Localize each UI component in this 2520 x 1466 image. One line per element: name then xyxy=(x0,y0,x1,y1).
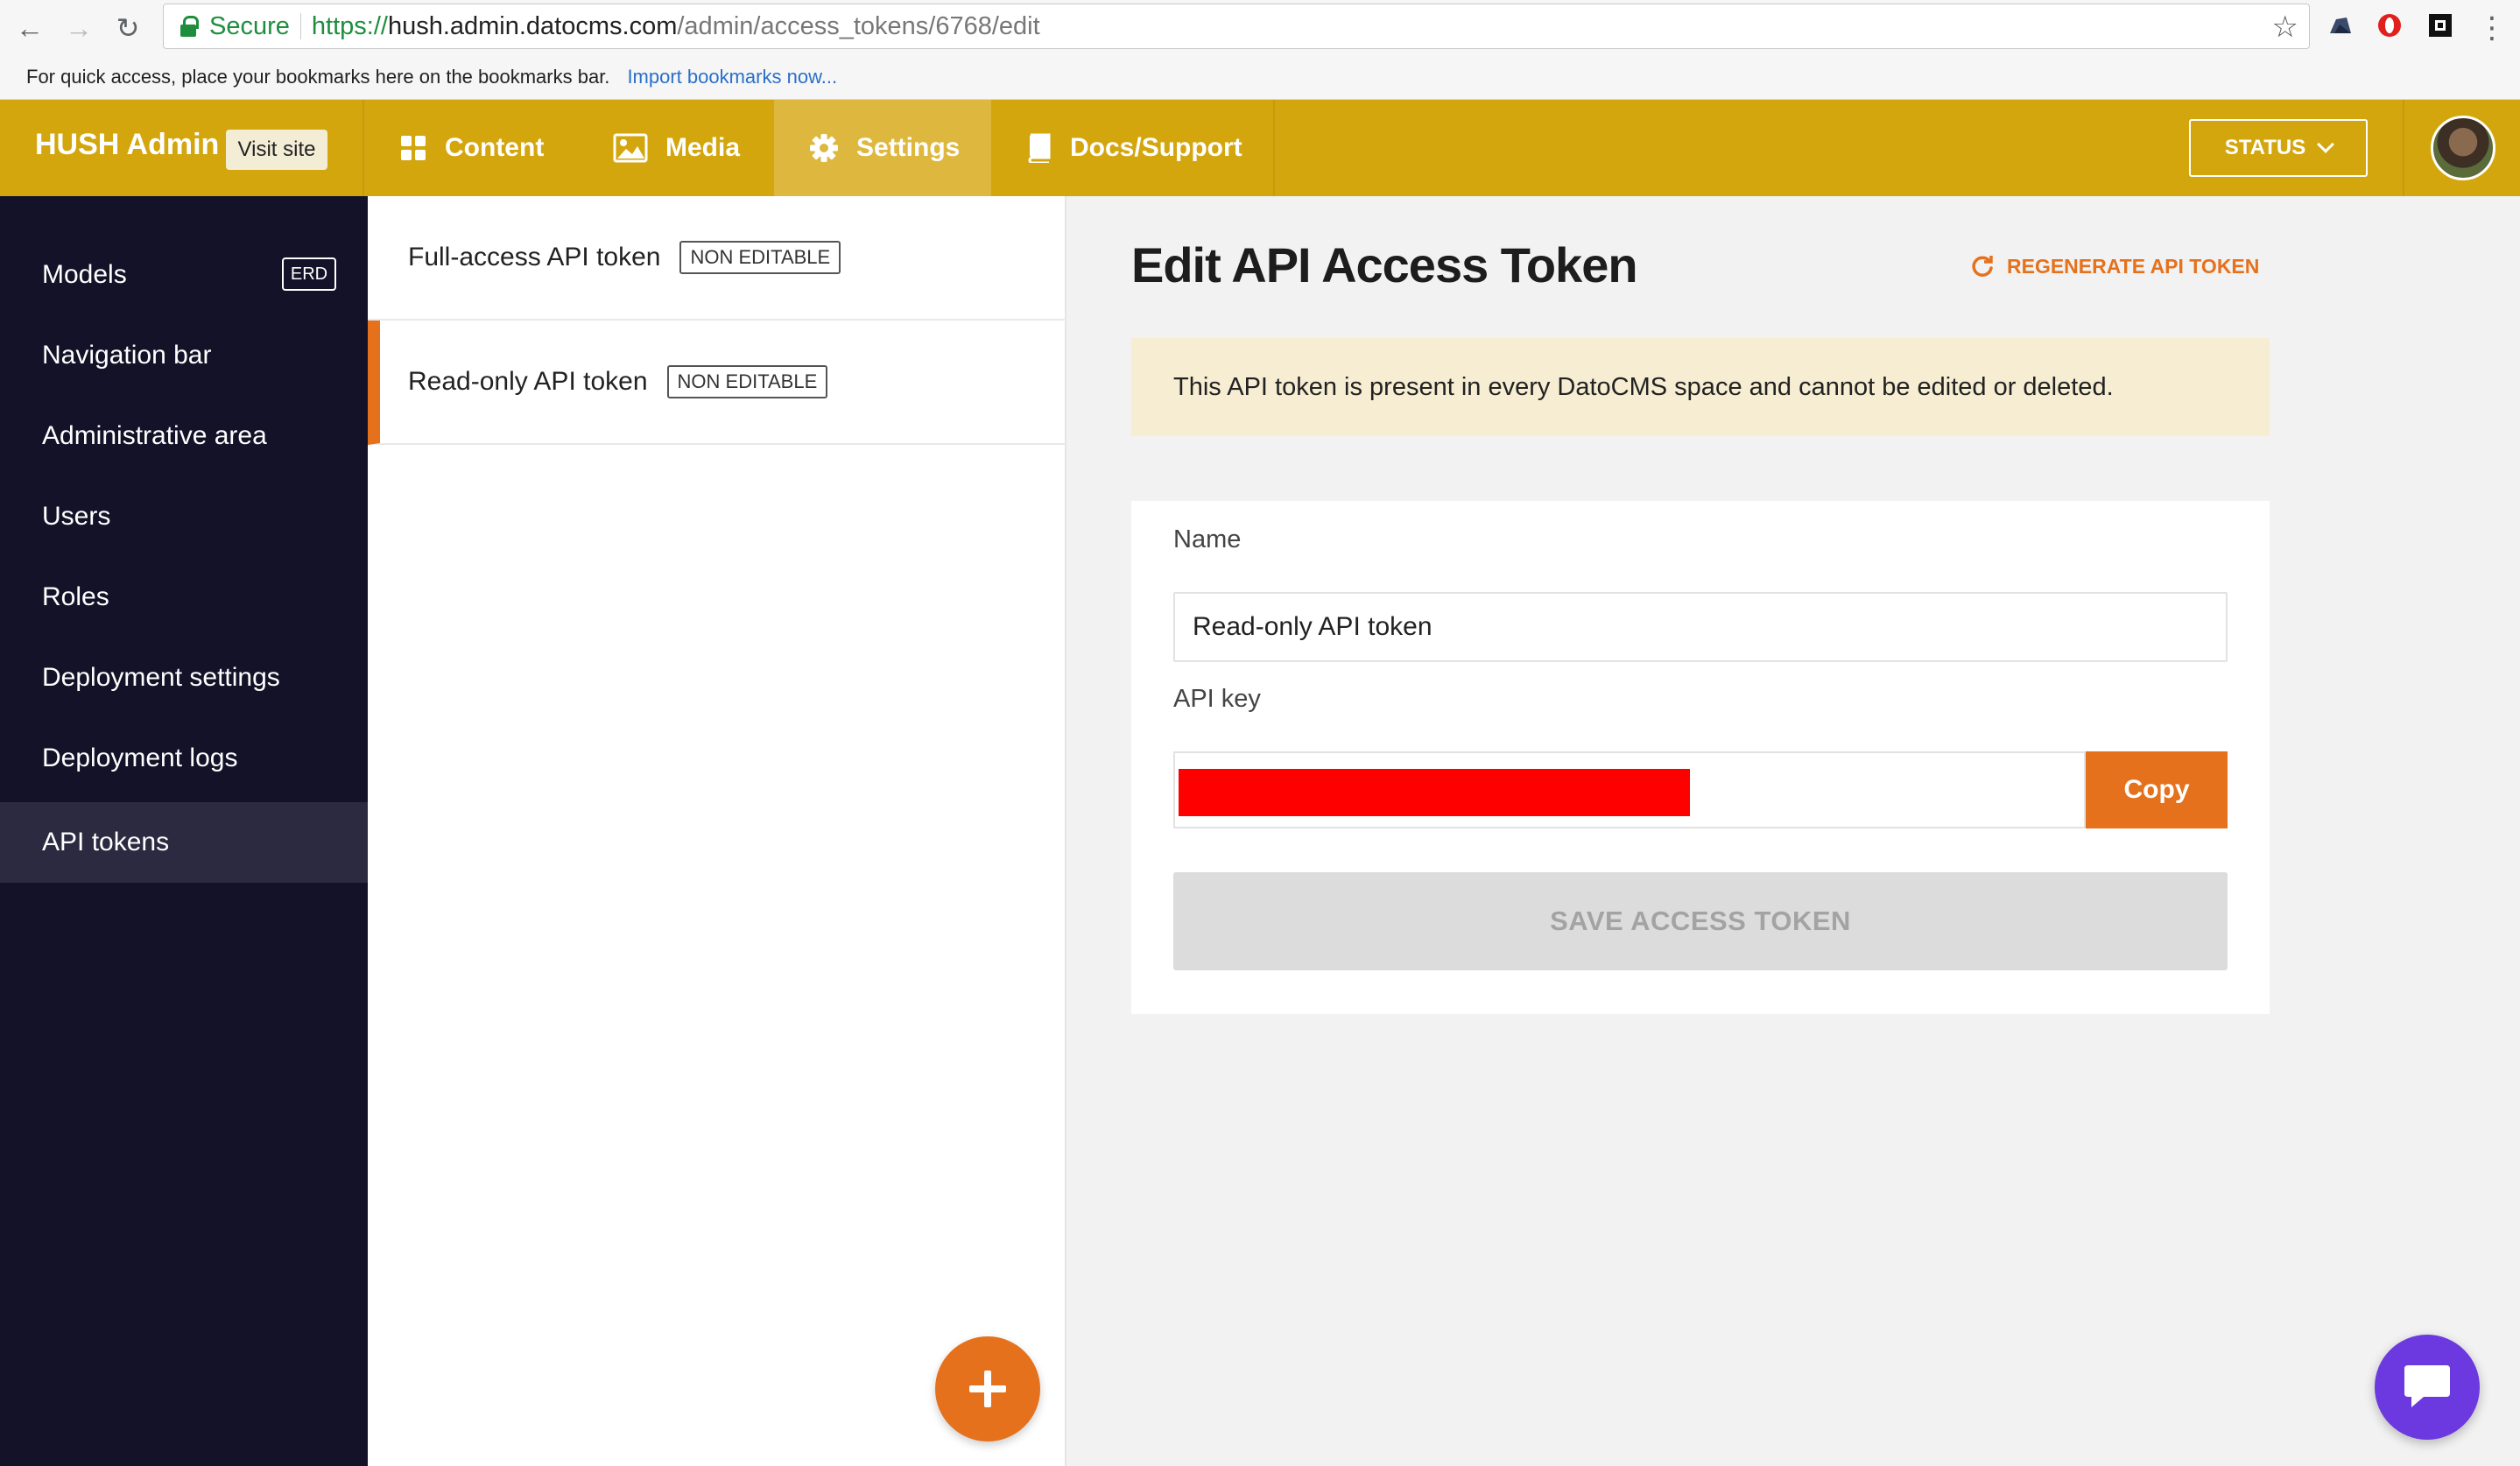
copy-button[interactable]: Copy xyxy=(2086,751,2228,828)
extension-cloud-icon[interactable] xyxy=(2327,12,2354,39)
save-access-token-button[interactable]: SAVE ACCESS TOKEN xyxy=(1173,872,2228,970)
sidebar-item-roles[interactable]: Roles xyxy=(0,557,368,638)
address-bar[interactable]: Secure https://hush.admin.datocms.com/ad… xyxy=(163,4,2310,49)
sidebar-item-models[interactable]: Models ERD xyxy=(0,235,368,315)
sidebar-item-label: Deployment logs xyxy=(42,744,238,772)
topbar-divider xyxy=(1273,100,1275,196)
back-arrow-icon[interactable]: ← xyxy=(12,11,47,46)
brand-title[interactable]: HUSH Admin xyxy=(35,128,219,162)
opera-extension-icon[interactable] xyxy=(2376,12,2403,39)
secure-label: Secure xyxy=(209,11,290,40)
notice-text: This API token is present in every DatoC… xyxy=(1173,372,2114,401)
reload-icon[interactable]: ↻ xyxy=(110,11,145,46)
page-title: Edit API Access Token xyxy=(1131,237,1638,292)
non-editable-badge: NON EDITABLE xyxy=(666,365,828,398)
sidebar-item-users[interactable]: Users xyxy=(0,476,368,557)
sidebar-item-label: Users xyxy=(42,502,111,531)
non-editable-badge: NON EDITABLE xyxy=(679,241,841,274)
token-editor: Edit API Access Token REGENERATE API TOK… xyxy=(1068,196,2520,1466)
erd-badge[interactable]: ERD xyxy=(282,257,336,291)
settings-sidebar: Models ERD Navigation bar Administrative… xyxy=(0,196,368,1466)
topbar-divider xyxy=(2403,100,2404,196)
name-field[interactable]: Read-only API token xyxy=(1173,592,2228,662)
browser-chrome: ← → ↻ Secure https://hush.admin.datocms.… xyxy=(0,0,2520,100)
avatar[interactable] xyxy=(2431,116,2495,180)
sidebar-item-navigation-bar[interactable]: Navigation bar xyxy=(0,315,368,396)
token-list-panel: Full-access API token NON EDITABLE Read-… xyxy=(368,196,1066,1466)
url-scheme: https:// xyxy=(311,11,388,40)
tab-settings[interactable]: Settings xyxy=(774,100,991,196)
bookmarks-hint: For quick access, place your bookmarks h… xyxy=(26,66,610,88)
list-item-read-only-token[interactable]: Read-only API token NON EDITABLE xyxy=(368,321,1066,445)
sidebar-item-label: Roles xyxy=(42,582,109,611)
tab-media-label: Media xyxy=(665,133,741,162)
import-bookmarks-link[interactable]: Import bookmarks now... xyxy=(627,66,837,88)
sidebar-item-label: Administrative area xyxy=(42,421,267,450)
book-icon xyxy=(1028,133,1051,163)
sidebar-item-api-tokens[interactable]: API tokens xyxy=(0,802,368,883)
sidebar-item-label: Models xyxy=(42,260,127,289)
redacted-api-key xyxy=(1179,769,1690,816)
status-dropdown[interactable]: STATUS xyxy=(2189,119,2368,177)
tab-docs-label: Docs/Support xyxy=(1070,133,1242,162)
sidebar-item-administrative-area[interactable]: Administrative area xyxy=(0,396,368,476)
notice-banner: This API token is present in every DatoC… xyxy=(1131,338,2270,436)
url-separator xyxy=(299,13,301,39)
sidebar-item-label: Deployment settings xyxy=(42,663,280,692)
token-name: Full-access API token xyxy=(408,243,661,271)
sidebar-item-label: API tokens xyxy=(42,828,170,856)
tab-content-label: Content xyxy=(445,133,545,162)
forward-arrow-icon[interactable]: → xyxy=(61,11,96,46)
tab-media[interactable]: Media xyxy=(578,100,740,196)
tab-settings-label: Settings xyxy=(856,133,961,162)
api-key-field[interactable] xyxy=(1173,751,2086,828)
name-label: Name xyxy=(1173,525,1242,553)
dashboard-icon xyxy=(401,136,426,160)
browser-menu-icon[interactable]: ⋮ xyxy=(2474,11,2509,46)
image-icon xyxy=(613,133,648,163)
chat-bubble-icon xyxy=(2404,1365,2450,1407)
name-value: Read-only API token xyxy=(1193,612,1432,641)
app-topbar: HUSH Admin Visit site Content Media Sett… xyxy=(0,100,2520,196)
status-label: STATUS xyxy=(2224,136,2306,159)
url-path: /admin/access_tokens/6768/edit xyxy=(677,11,1040,40)
refresh-icon xyxy=(1972,256,1993,277)
chevron-down-icon xyxy=(2317,136,2335,153)
regenerate-token-button[interactable]: REGENERATE API TOKEN xyxy=(1970,254,2259,278)
chat-widget-button[interactable] xyxy=(2375,1335,2480,1440)
sidebar-item-deployment-logs[interactable]: Deployment logs xyxy=(0,718,368,799)
extension-square-icon[interactable] xyxy=(2427,12,2453,39)
bookmark-star-icon[interactable]: ☆ xyxy=(2272,10,2298,45)
bookmarks-bar: For quick access, place your bookmarks h… xyxy=(0,54,2520,100)
gear-icon xyxy=(810,134,838,162)
token-name: Read-only API token xyxy=(408,367,648,396)
token-form-card: Name Read-only API token API key Copy SA… xyxy=(1131,501,2270,1014)
tab-docs-support[interactable]: Docs/Support xyxy=(991,100,1273,196)
url-host: hush.admin.datocms.com xyxy=(387,11,678,40)
sidebar-item-label: Navigation bar xyxy=(42,341,212,370)
sidebar-item-deployment-settings[interactable]: Deployment settings xyxy=(0,638,368,718)
add-token-button[interactable] xyxy=(935,1336,1040,1441)
regenerate-label: REGENERATE API TOKEN xyxy=(2007,254,2260,278)
lock-icon xyxy=(179,16,199,37)
api-key-label: API key xyxy=(1173,685,1261,713)
visit-site-button[interactable]: Visit site xyxy=(226,130,327,170)
list-item-full-access-token[interactable]: Full-access API token NON EDITABLE xyxy=(368,196,1066,321)
